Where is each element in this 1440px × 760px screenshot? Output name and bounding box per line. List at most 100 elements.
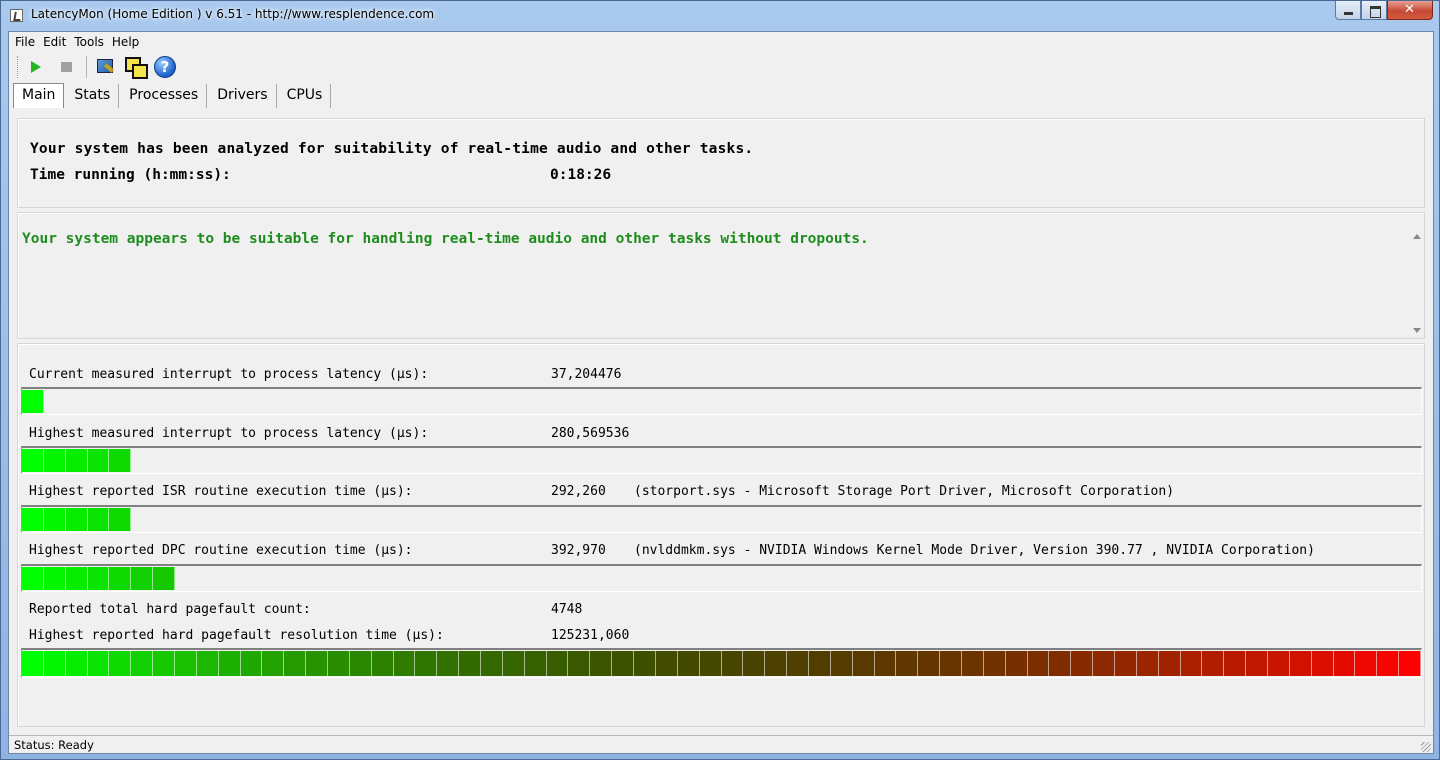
meter-segment <box>65 508 88 531</box>
meter-segment <box>22 390 44 413</box>
pagefault-count-value: 4748 <box>551 602 583 617</box>
help-button[interactable]: ? <box>153 55 177 79</box>
dpc-driver-detail: (nvlddmkm.sys - NVIDIA Windows Kernel Mo… <box>634 543 1315 558</box>
tab-processes[interactable]: Processes <box>121 84 208 108</box>
current-latency-label: Current measured interrupt to process la… <box>29 367 429 382</box>
highest-latency-label: Highest measured interrupt to process la… <box>29 426 429 441</box>
meter-segment <box>175 651 197 676</box>
meter-segment <box>940 651 962 676</box>
meter-segment <box>65 449 88 472</box>
meter-segment <box>787 651 809 676</box>
meter-segment <box>153 651 176 676</box>
pagefault-resolution-meter <box>21 648 1422 678</box>
toolbar-separator <box>86 56 87 78</box>
meter-segment <box>22 651 44 676</box>
meter-segment <box>284 651 307 676</box>
pagefault-resolution-value: 125231,060 <box>551 628 630 643</box>
current-latency-meter <box>21 387 1422 415</box>
meter-segment <box>43 449 66 472</box>
meter-segment <box>699 651 722 676</box>
meter-segment <box>1027 651 1050 676</box>
meter-segment <box>22 567 44 590</box>
window-title: LatencyMon (Home Edition ) v 6.51 - http… <box>31 7 435 21</box>
resize-grip-icon[interactable] <box>1421 742 1431 752</box>
meter-segment <box>677 651 700 676</box>
meter-segment <box>983 651 1006 676</box>
app-icon[interactable] <box>10 9 23 22</box>
scroll-down-arrow-icon[interactable] <box>1413 328 1421 333</box>
meter-segment <box>808 651 831 676</box>
menu-tools[interactable]: Tools <box>74 35 104 49</box>
meter-segment <box>743 651 766 676</box>
meter-segment <box>961 651 984 676</box>
status-bar: Status: Ready <box>9 735 1433 754</box>
meter-segment <box>568 651 591 676</box>
status-text: Status: Ready <box>14 738 94 752</box>
meter-segment <box>590 651 613 676</box>
meter-segment <box>1093 651 1115 676</box>
meter-segment <box>481 651 503 676</box>
meter-segment <box>1005 651 1028 676</box>
meter-segment <box>1377 651 1400 676</box>
meter-segment <box>393 651 416 676</box>
meter-segment <box>634 651 656 676</box>
meter-segment <box>1114 651 1137 676</box>
meter-segment <box>196 651 219 676</box>
tab-drivers[interactable]: Drivers <box>209 84 277 108</box>
meter-segment <box>852 651 875 676</box>
meter-segment <box>502 651 525 676</box>
menu-bar: File Edit Tools Help <box>9 32 1433 52</box>
meter-segment <box>262 651 285 676</box>
scroll-up-arrow-icon[interactable] <box>1413 234 1421 239</box>
verdict-scrollbar[interactable] <box>1410 227 1424 337</box>
meter-segment <box>65 567 88 590</box>
meter-segment <box>87 651 110 676</box>
isr-time-value: 292,260 <box>551 484 606 499</box>
meter-segment <box>830 651 853 676</box>
summary-panel: Your system has been analyzed for suitab… <box>17 118 1425 208</box>
isr-time-meter <box>21 505 1422 533</box>
maximize-button[interactable] <box>1361 1 1387 20</box>
client-area: File Edit Tools Help ? Main Stats Proces… <box>8 31 1434 754</box>
verdict-panel: Your system appears to be suitable for h… <box>17 212 1425 339</box>
title-bar[interactable]: LatencyMon (Home Edition ) v 6.51 - http… <box>1 1 1439 31</box>
menu-help[interactable]: Help <box>112 35 139 49</box>
meter-segment <box>874 651 897 676</box>
help-icon: ? <box>154 56 176 78</box>
meter-segment <box>1136 651 1159 676</box>
meter-segment <box>328 651 350 676</box>
tools-button[interactable] <box>93 55 117 79</box>
isr-time-label: Highest reported ISR routine execution t… <box>29 484 413 499</box>
meter-segment <box>1049 651 1072 676</box>
isr-driver-detail: (storport.sys - Microsoft Storage Port D… <box>634 484 1175 499</box>
meter-segment <box>765 651 788 676</box>
tab-strip: Main Stats Processes Drivers CPUs <box>9 82 1433 108</box>
windows-button[interactable] <box>123 55 148 79</box>
tab-cpus[interactable]: CPUs <box>279 84 332 108</box>
meter-segment <box>1333 651 1356 676</box>
meter-segment <box>218 651 241 676</box>
caption-buttons <box>1335 1 1433 21</box>
windows-icon <box>124 56 148 79</box>
start-button[interactable] <box>24 55 48 79</box>
meter-segment <box>721 651 744 676</box>
meter-segment <box>87 567 110 590</box>
stop-icon <box>60 62 72 72</box>
meter-segment <box>546 651 569 676</box>
meter-segment <box>1399 651 1421 676</box>
toolbar-grip[interactable] <box>17 56 20 78</box>
verdict-text: Your system appears to be suitable for h… <box>22 231 869 247</box>
minimize-button[interactable] <box>1335 1 1361 20</box>
meter-segment <box>240 651 263 676</box>
tab-stats[interactable]: Stats <box>66 84 120 108</box>
stop-button[interactable] <box>54 55 78 79</box>
close-button[interactable] <box>1387 1 1433 20</box>
meter-segment <box>131 567 154 590</box>
meter-segment <box>306 651 329 676</box>
meter-segment <box>459 651 482 676</box>
meter-segment <box>1071 651 1094 676</box>
menu-edit[interactable]: Edit <box>43 35 66 49</box>
analysis-summary: Your system has been analyzed for suitab… <box>30 141 754 157</box>
tab-main[interactable]: Main <box>13 83 65 108</box>
menu-file[interactable]: File <box>15 35 35 49</box>
